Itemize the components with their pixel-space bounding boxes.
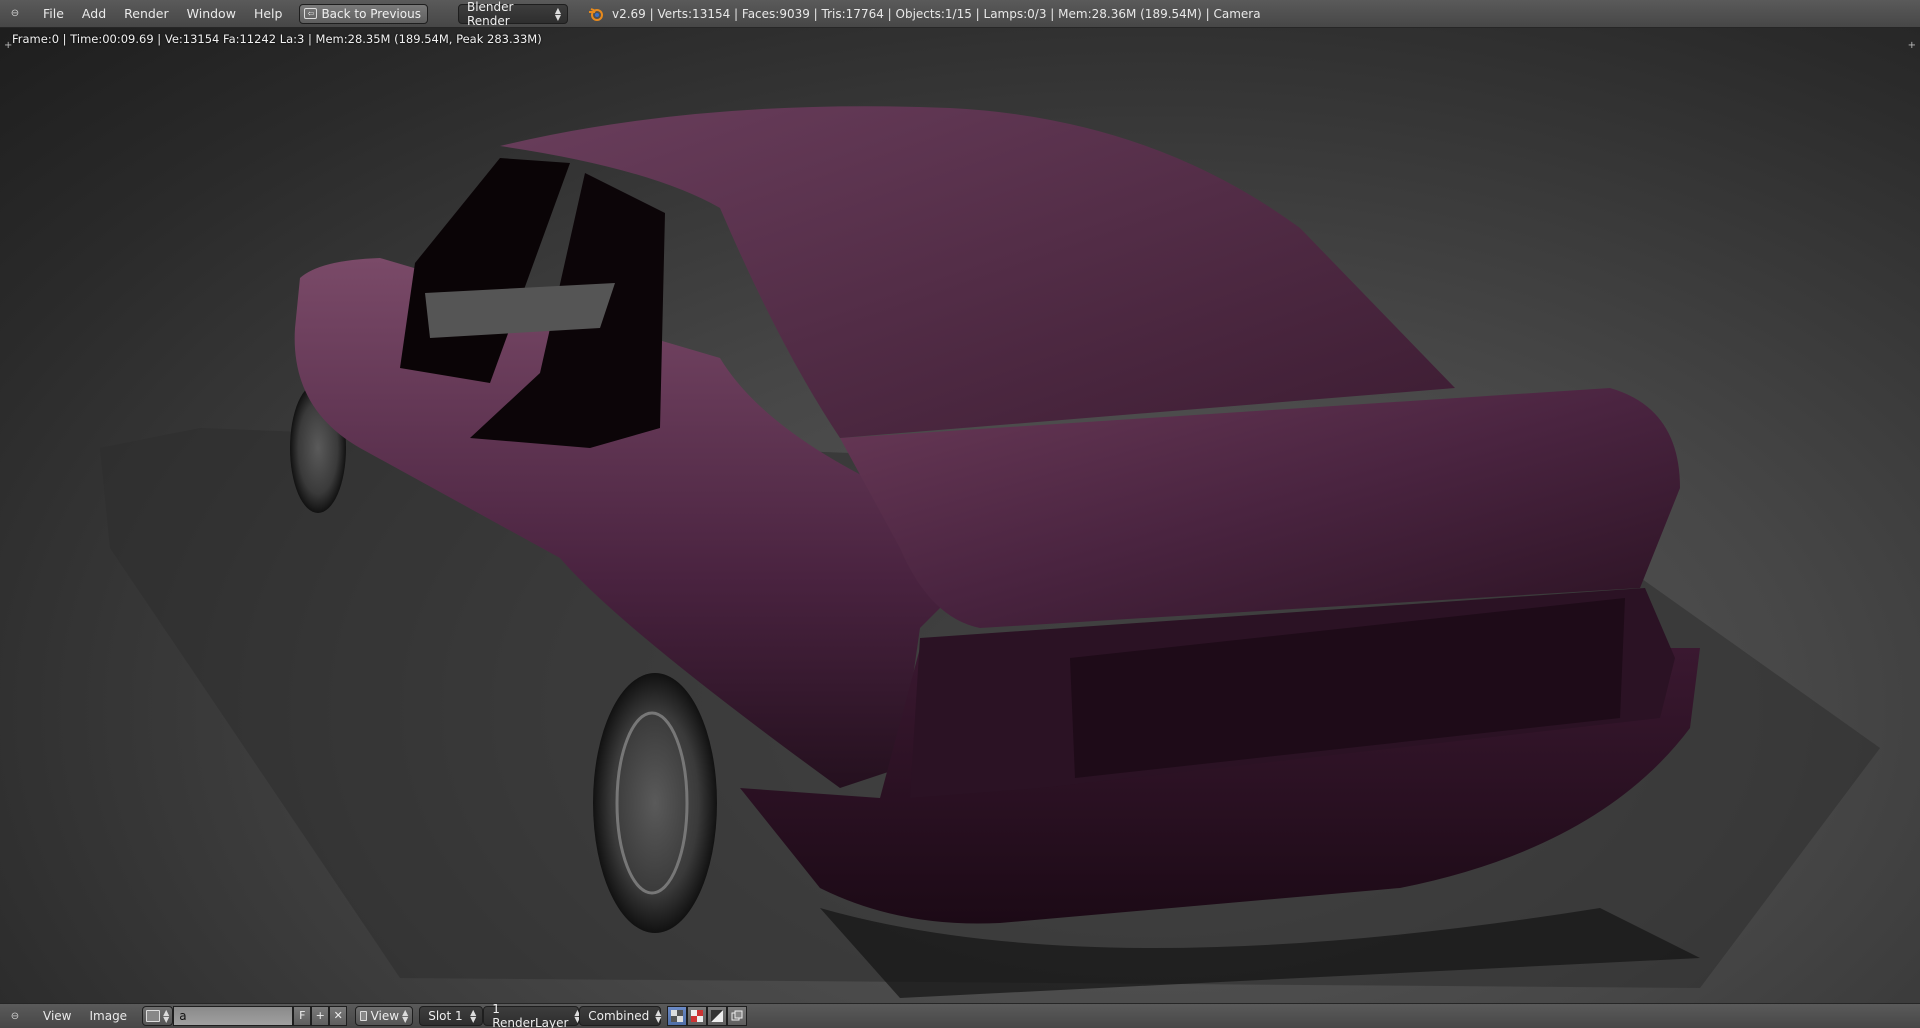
back-to-previous-button[interactable]: ⇦ Back to Previous (299, 3, 428, 24)
draw-image-alpha-icon[interactable] (667, 1006, 688, 1026)
slot-label: Slot 1 (428, 1009, 463, 1023)
view-dropdown[interactable]: View ▲ ▼ (355, 1006, 414, 1026)
back-arrow-icon: ⇦ (304, 8, 318, 19)
render-pass-label: Combined (588, 1009, 650, 1023)
image-browse-button[interactable]: ▲ ▼ (142, 1006, 174, 1026)
menu-view[interactable]: View (34, 1005, 80, 1027)
editor-type-icon[interactable]: ⊖ (8, 1009, 22, 1023)
render-image (100, 106, 1880, 998)
image-browse-icon (146, 1010, 161, 1022)
add-new-icon[interactable]: + (311, 1006, 330, 1026)
render-engine-dropdown[interactable]: Blender Render ▲ ▼ (457, 0, 568, 28)
menu-window[interactable]: Window (178, 3, 245, 25)
scene-stats: v2.69 | Verts:13154 | Faces:9039 | Tris:… (611, 6, 1261, 21)
draw-image-only-icon[interactable] (727, 1006, 748, 1026)
corner-widget-icon[interactable]: + (4, 40, 12, 51)
blender-logo-icon (588, 7, 603, 21)
menu-file[interactable]: File (34, 3, 73, 25)
render-result-viewport[interactable]: Frame:0 | Time:00:09.69 | Ve:13154 Fa:11… (0, 28, 1920, 1003)
render-pass-dropdown[interactable]: Combined ▲ ▼ (579, 1006, 661, 1026)
info-header: ⊖ File Add Render Window Help ⇦ Back to … (0, 0, 1920, 28)
updown-arrows-icon: ▲ ▼ (402, 1008, 409, 1024)
corner-widget-icon[interactable]: + (1908, 40, 1916, 51)
render-info-text: Frame:0 | Time:00:09.69 | Ve:13154 Fa:11… (12, 32, 542, 46)
slot-dropdown[interactable]: Slot 1 ▲ ▼ (419, 1006, 484, 1026)
unlink-icon[interactable]: ✕ (329, 1006, 348, 1026)
updown-arrows-icon: ▲ ▼ (554, 5, 561, 22)
menu-render[interactable]: Render (115, 3, 178, 25)
updown-arrows-icon: ▲ ▼ (470, 1008, 477, 1024)
render-engine-label: Blender Render (466, 0, 514, 28)
draw-z-buffer-icon[interactable] (707, 1006, 728, 1026)
updown-arrows-icon: ▲ ▼ (163, 1008, 170, 1024)
image-editor-header: ⊖ View Image ▲ ▼ a F + ✕ View ▲ ▼ Slot 1 ▲… (0, 1002, 1920, 1028)
render-layer-dropdown[interactable]: 1 RenderLayer ▲ ▼ (483, 1002, 581, 1028)
editor-type-icon[interactable]: ⊖ (8, 7, 22, 21)
fake-user-button[interactable]: F (293, 1006, 312, 1026)
draw-alpha-only-icon[interactable] (687, 1006, 708, 1026)
menu-add[interactable]: Add (73, 3, 115, 25)
updown-arrows-icon: ▲ ▼ (655, 1008, 662, 1024)
view-dropdown-label: View (370, 1009, 400, 1023)
back-to-previous-label: Back to Previous (321, 6, 421, 21)
menu-help[interactable]: Help (245, 3, 292, 25)
menu-image[interactable]: Image (80, 1005, 136, 1027)
view-icon (360, 1011, 367, 1021)
image-name-field[interactable]: a (173, 1006, 294, 1026)
render-layer-label: 1 RenderLayer (492, 1002, 569, 1028)
